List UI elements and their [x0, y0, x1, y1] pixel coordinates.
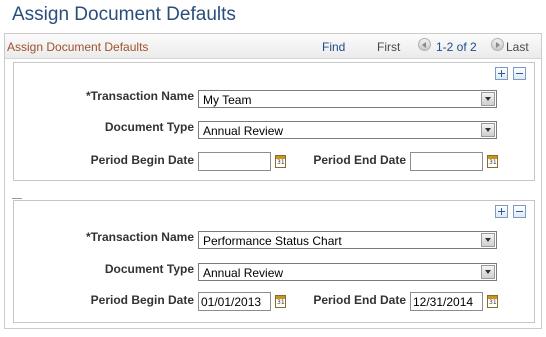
calendar-icon[interactable] — [487, 155, 498, 168]
document-type-value: Annual Review — [203, 124, 284, 138]
grid-row: *Transaction Name Performance Status Cha… — [12, 198, 535, 323]
transaction-name-select[interactable]: My Team — [198, 90, 497, 108]
document-type-label: Document Type — [104, 120, 194, 134]
transaction-name-label: *Transaction Name — [85, 89, 194, 103]
first-label: First — [377, 40, 401, 54]
chevron-down-icon[interactable] — [481, 123, 495, 137]
period-end-date-label: Period End Date — [313, 293, 406, 307]
row-count-label: 1-2 of 2 — [436, 40, 477, 54]
grid-title: Assign Document Defaults — [7, 40, 149, 54]
transaction-name-label: *Transaction Name — [85, 230, 194, 244]
period-end-date-label: Period End Date — [313, 153, 406, 167]
period-begin-date-label: Period Begin Date — [90, 293, 194, 307]
transaction-name-select[interactable]: Performance Status Chart — [198, 231, 497, 249]
find-link[interactable]: Find — [322, 40, 345, 54]
document-defaults-grid: Assign Document Defaults Find First 1-2 … — [4, 33, 542, 329]
minus-icon[interactable] — [513, 205, 526, 218]
period-begin-date-label: Period Begin Date — [90, 153, 194, 167]
period-end-date-input[interactable] — [410, 292, 483, 311]
period-begin-date-input[interactable] — [198, 292, 271, 311]
plus-icon[interactable] — [495, 205, 508, 218]
last-label: Last — [506, 40, 529, 54]
page-title: Assign Document Defaults — [12, 4, 236, 25]
calendar-icon[interactable] — [275, 295, 286, 308]
grid-row: *Transaction Name My Team Document Type … — [13, 62, 535, 181]
period-begin-date-input[interactable] — [198, 152, 271, 171]
document-type-value: Annual Review — [203, 266, 284, 280]
calendar-icon[interactable] — [275, 155, 286, 168]
minus-icon[interactable] — [513, 67, 526, 80]
transaction-name-value: My Team — [203, 93, 252, 107]
calendar-icon[interactable] — [487, 295, 498, 308]
next-arrow-icon[interactable] — [491, 38, 504, 51]
chevron-down-icon[interactable] — [481, 92, 495, 106]
document-type-select[interactable]: Annual Review — [198, 263, 497, 281]
document-type-label: Document Type — [104, 262, 194, 276]
chevron-down-icon[interactable] — [481, 265, 495, 279]
plus-icon[interactable] — [495, 67, 508, 80]
grid-header: Assign Document Defaults Find First 1-2 … — [5, 34, 541, 59]
transaction-name-value: Performance Status Chart — [203, 234, 342, 248]
chevron-down-icon[interactable] — [481, 233, 495, 247]
previous-arrow-icon[interactable] — [418, 38, 431, 51]
period-end-date-input[interactable] — [410, 152, 483, 171]
document-type-select[interactable]: Annual Review — [198, 121, 497, 139]
